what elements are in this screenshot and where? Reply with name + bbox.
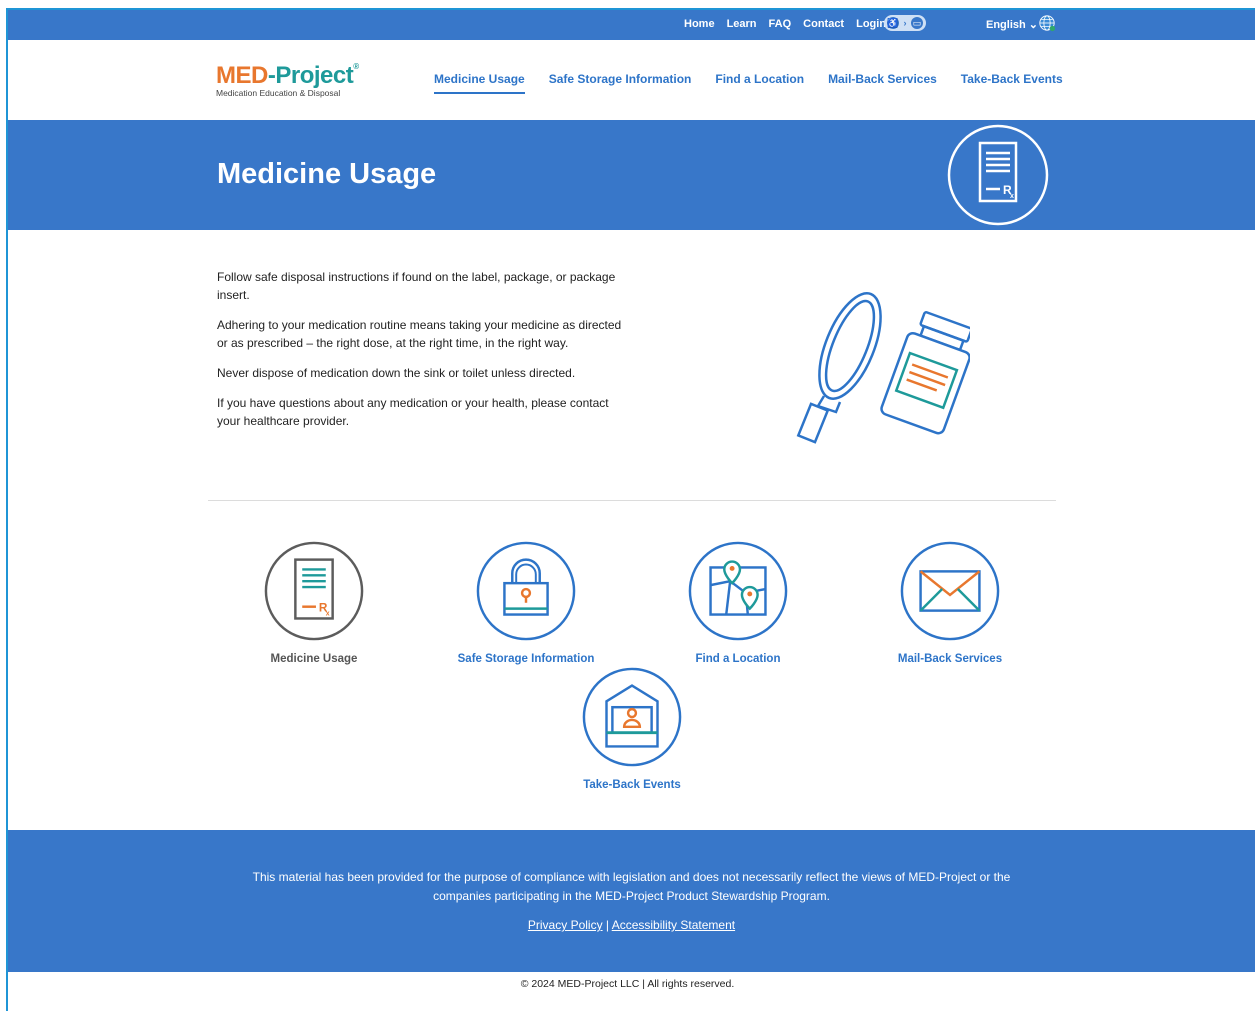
reader-mode-icon: ▭ — [911, 17, 923, 29]
chevron-right-icon: › — [903, 18, 907, 28]
svg-text:x: x — [1010, 193, 1014, 200]
accessibility-icon: ♿ — [887, 17, 899, 29]
logo-tagline: Medication Education & Disposal — [216, 88, 341, 98]
site-footer: This material has been provided for the … — [8, 830, 1255, 972]
logo[interactable]: MED-Project® Medication Education & Disp… — [216, 62, 359, 98]
main-nav: Medicine Usage Safe Storage Information … — [434, 72, 1063, 94]
nav-medicine-usage[interactable]: Medicine Usage — [434, 72, 525, 94]
magnifier-pill-bottle-icon — [796, 292, 970, 444]
nav-find-location[interactable]: Find a Location — [715, 72, 804, 94]
card-label: Take-Back Events — [583, 779, 681, 791]
utility-bar: Home Learn FAQ Contact Login ♿ › ▭ Engli… — [8, 10, 1255, 40]
section-divider — [208, 500, 1056, 501]
prescription-document-icon: R x — [947, 124, 1049, 226]
utility-link-contact[interactable]: Contact — [803, 18, 844, 30]
svg-text:x: x — [326, 611, 330, 618]
globe-icon[interactable] — [1038, 14, 1056, 32]
utility-link-faq[interactable]: FAQ — [769, 18, 792, 30]
content-paragraph: Follow safe disposal instructions if fou… — [217, 270, 616, 302]
utility-link-learn[interactable]: Learn — [727, 18, 757, 30]
card-label: Find a Location — [695, 653, 781, 665]
card-find-location[interactable]: Find a Location — [678, 540, 798, 665]
nav-mail-back[interactable]: Mail-Back Services — [828, 72, 937, 94]
disclaimer-line: This material has been provided for the … — [252, 870, 1011, 884]
card-take-back[interactable]: Take-Back Events — [572, 666, 692, 791]
card-mail-back[interactable]: Mail-Back Services — [880, 540, 1020, 665]
card-label: Safe Storage Information — [457, 653, 595, 665]
page-title: Medicine Usage — [217, 158, 437, 190]
card-medicine-usage[interactable]: R x Medicine Usage — [254, 540, 374, 665]
prescription-document-icon: R x — [264, 541, 364, 641]
card-label: Mail-Back Services — [897, 653, 1003, 665]
content-text: Follow safe disposal instructions if fou… — [217, 268, 627, 442]
privacy-policy-link[interactable]: Privacy Policy — [528, 918, 603, 932]
content-paragraph: Never dispose of medication down the sin… — [217, 366, 576, 380]
footer-links: Privacy Policy | Accessibility Statement — [8, 918, 1255, 932]
copyright: © 2024 MED-Project LLC | All rights rese… — [520, 978, 735, 990]
language-select[interactable]: English ⌄ — [986, 18, 1038, 32]
language-label: English — [986, 18, 1026, 31]
accessibility-statement-link[interactable]: Accessibility Statement — [612, 918, 735, 932]
chevron-down-icon: ⌄ — [1028, 19, 1038, 31]
footer-disclaimer: This material has been provided for the … — [8, 868, 1255, 906]
card-safe-storage[interactable]: Safe Storage Information — [446, 540, 606, 665]
accessibility-toggle[interactable]: ♿ › ▭ — [884, 15, 926, 31]
padlock-icon — [476, 541, 576, 641]
kiosk-person-icon — [582, 667, 682, 767]
envelope-icon — [900, 541, 1000, 641]
utility-link-home[interactable]: Home — [684, 18, 715, 30]
hero-banner: Medicine Usage R x — [8, 120, 1255, 230]
page-frame: Home Learn FAQ Contact Login ♿ › ▭ Engli… — [6, 8, 1255, 1011]
site-header: MED-Project® Medication Education & Disp… — [8, 40, 1255, 120]
logo-wordmark: MED-Project® — [216, 62, 359, 89]
utility-link-login[interactable]: Login — [856, 18, 886, 30]
content-paragraph: Adhering to your medication routine mean… — [217, 318, 622, 350]
card-label: Medicine Usage — [270, 653, 358, 665]
map-pin-icon — [688, 541, 788, 641]
nav-safe-storage[interactable]: Safe Storage Information — [549, 72, 692, 94]
nav-take-back[interactable]: Take-Back Events — [961, 72, 1063, 94]
utility-links: Home Learn FAQ Contact Login — [684, 18, 886, 30]
footer-separator: | — [602, 918, 612, 932]
content-paragraph: If you have questions about any medicati… — [217, 396, 609, 428]
disclaimer-line: companies participating in the MED-Proje… — [433, 889, 830, 903]
